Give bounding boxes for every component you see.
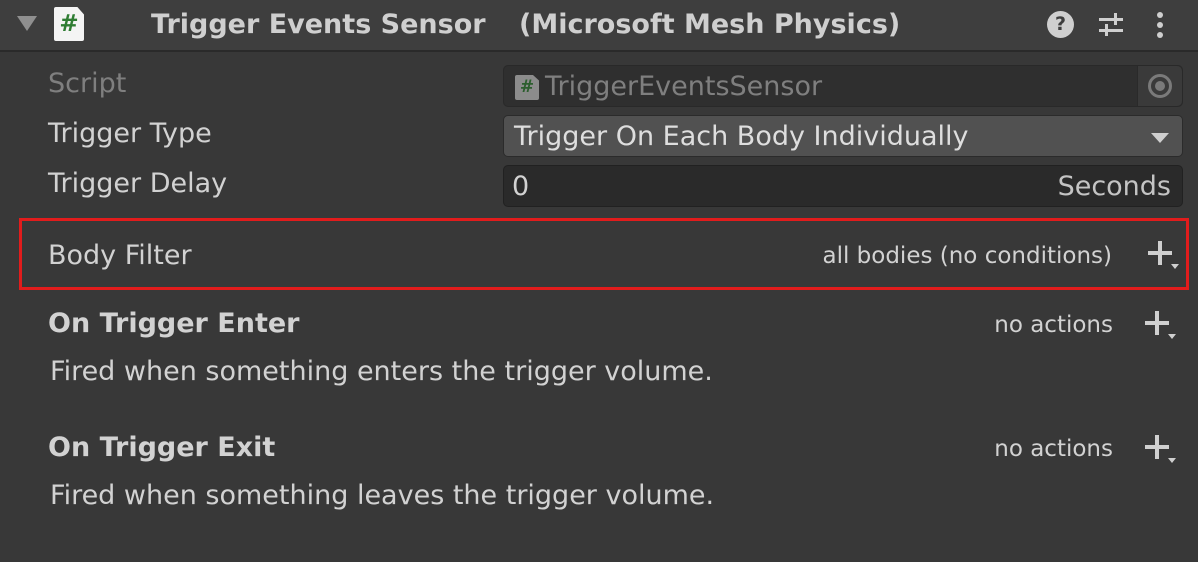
body-filter-summary: all bodies (no conditions) [822,243,1112,269]
script-asset-hash-glyph: # [519,77,535,97]
help-icon[interactable]: ? [1047,11,1074,38]
on-trigger-enter-summary: no actions [994,312,1113,338]
trigger-delay-unit: Seconds [1057,171,1171,202]
trigger-type-value: Trigger On Each Body Individually [514,121,969,152]
object-picker-icon[interactable] [1148,74,1172,98]
body-filter-row: Body Filter all bodies (no conditions) [19,218,1189,290]
add-action-plus-icon[interactable] [1142,308,1176,342]
on-trigger-exit-description: Fired when something leaves the trigger … [50,480,715,511]
trigger-delay-input[interactable]: 0 Seconds [503,165,1183,207]
inspector-panel: # Trigger Events Sensor (Microsoft Mesh … [0,0,1198,562]
trigger-delay-label: Trigger Delay [48,168,228,199]
script-icon: # [54,7,84,41]
context-menu-icon[interactable] [1150,10,1170,40]
body-filter-label: Body Filter [48,240,192,271]
script-value: TriggerEventsSensor [545,71,823,102]
on-trigger-enter-description: Fired when something enters the trigger … [50,356,713,387]
script-object-field[interactable]: # TriggerEventsSensor [503,65,1183,107]
script-label: Script [48,68,127,99]
on-trigger-exit-title: On Trigger Exit [48,432,276,463]
component-header[interactable]: # Trigger Events Sensor (Microsoft Mesh … [0,0,1198,52]
on-trigger-enter-title: On Trigger Enter [48,308,300,339]
dropdown-arrow-icon [1151,133,1169,143]
trigger-type-label: Trigger Type [48,118,212,149]
trigger-delay-value: 0 [512,171,530,202]
on-trigger-exit-summary: no actions [994,436,1113,462]
component-subtitle: (Microsoft Mesh Physics) [519,9,901,40]
presets-sliders-icon[interactable] [1097,10,1125,40]
add-condition-plus-icon[interactable] [1145,238,1179,272]
trigger-type-dropdown[interactable]: Trigger On Each Body Individually [503,115,1183,157]
script-asset-icon: # [515,75,539,100]
script-hash-glyph: # [59,11,79,37]
object-picker-button[interactable] [1137,66,1182,106]
foldout-triangle-icon[interactable] [17,16,37,31]
component-title: Trigger Events Sensor [151,9,486,40]
add-action-plus-icon[interactable] [1142,432,1176,466]
